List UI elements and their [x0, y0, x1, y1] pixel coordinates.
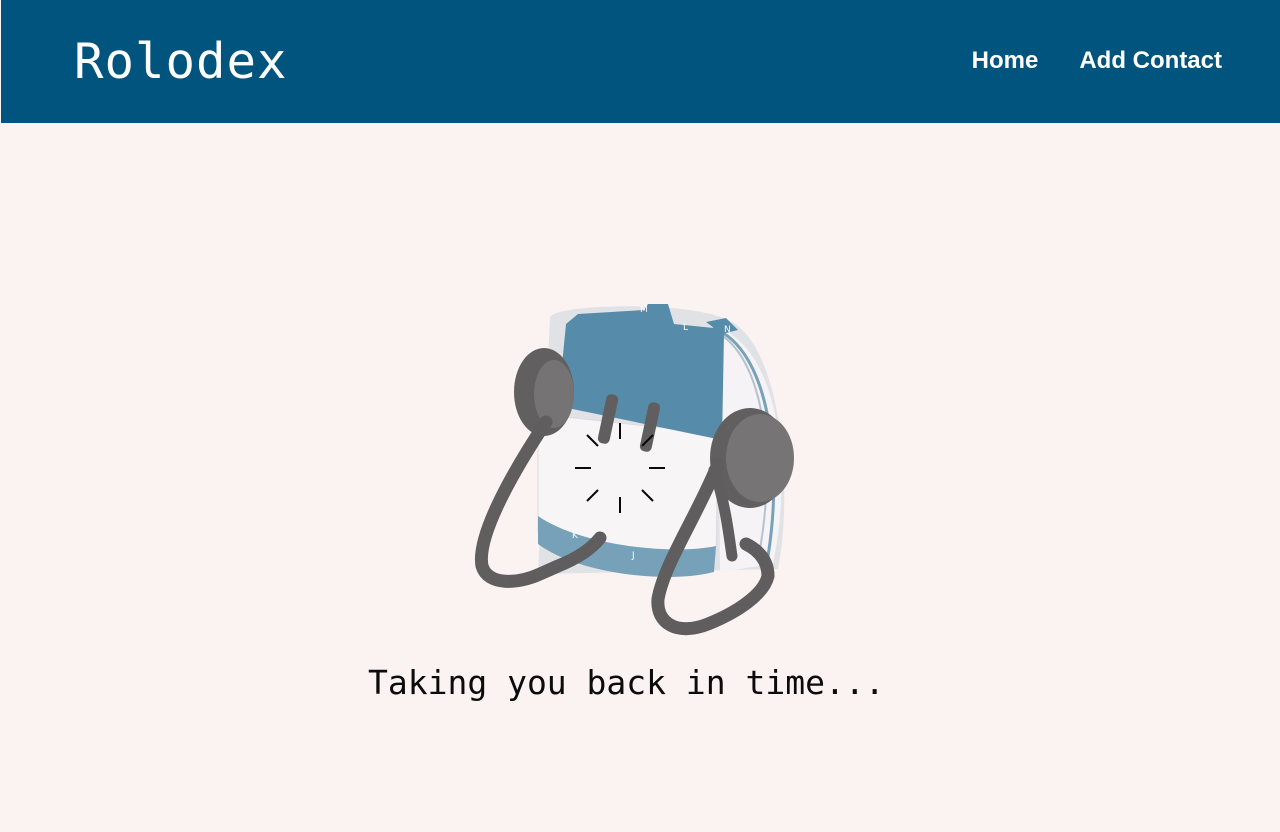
svg-text:N: N: [724, 325, 731, 335]
nav-link-add-contact[interactable]: Add Contact: [1079, 45, 1222, 77]
nav-link-home[interactable]: Home: [972, 45, 1039, 77]
loading-spinner-icon: [575, 423, 665, 513]
svg-text:M: M: [640, 305, 648, 315]
brand-logo-link[interactable]: Rolodex: [74, 34, 288, 90]
top-navbar: Rolodex Home Add Contact: [1, 0, 1280, 123]
svg-text:J: J: [631, 551, 635, 561]
loading-message: Taking you back in time...: [368, 663, 885, 702]
main-nav: Home Add Contact: [972, 45, 1222, 77]
svg-text:L: L: [683, 323, 688, 333]
